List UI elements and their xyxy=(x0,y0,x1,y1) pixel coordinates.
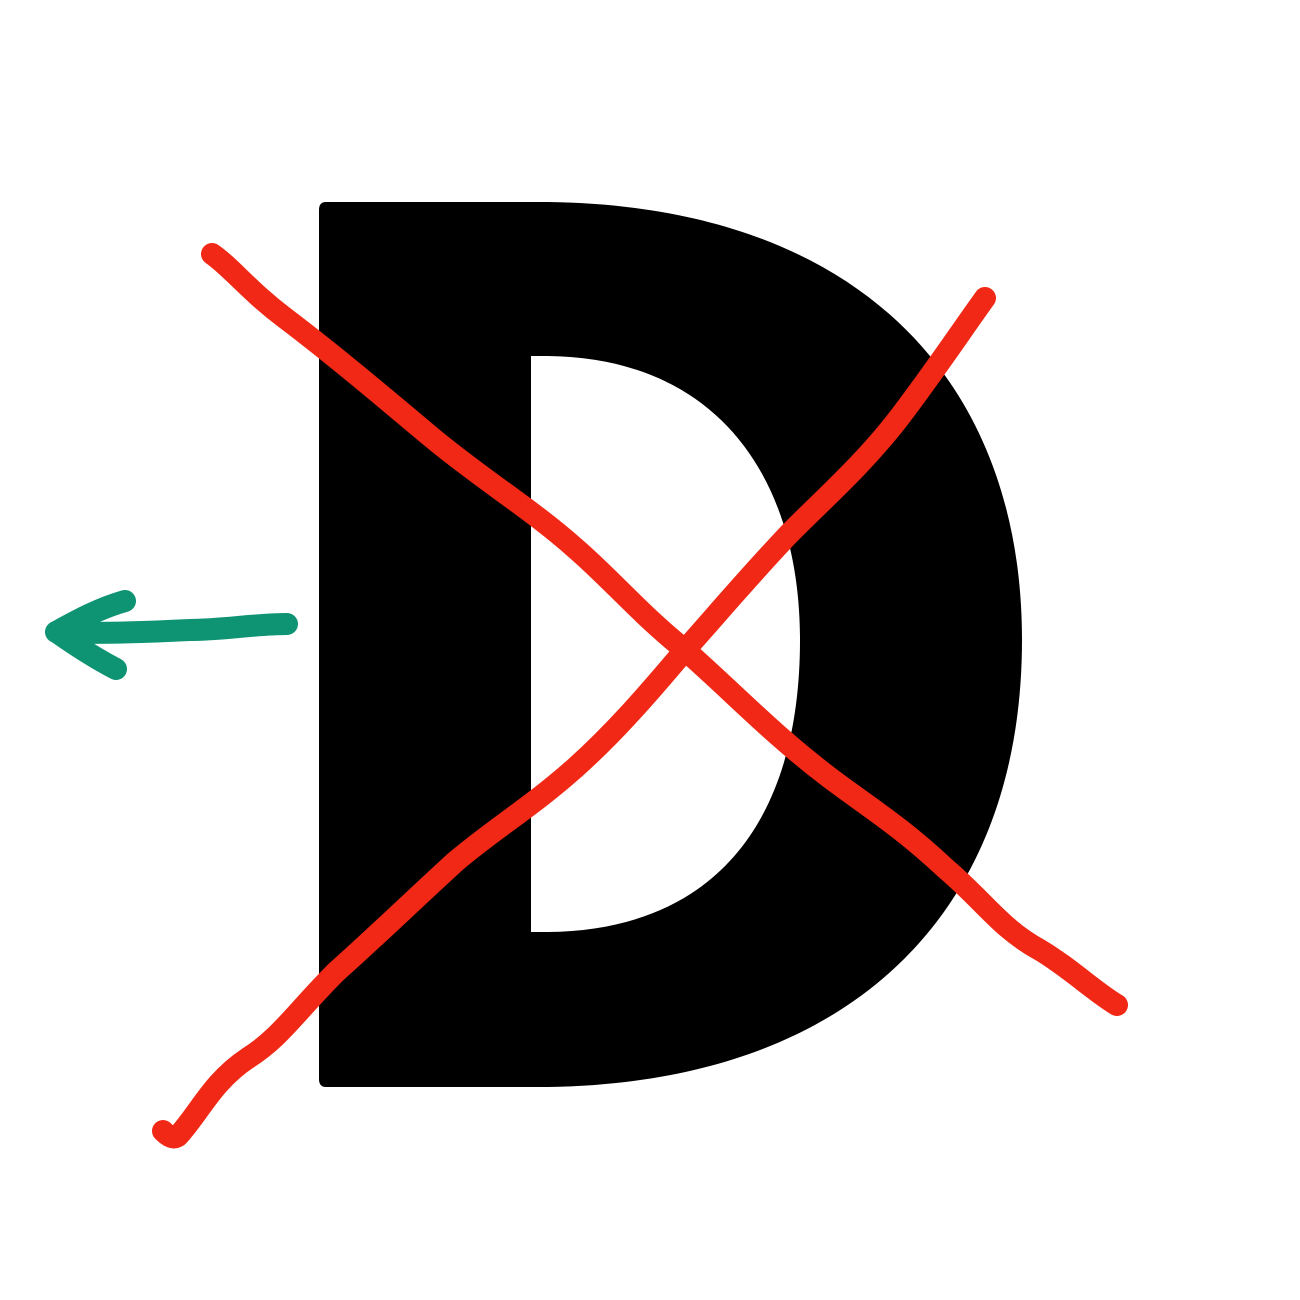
drawing-canvas xyxy=(0,0,1300,1300)
drawing xyxy=(45,202,1128,1149)
left-arrow-icon xyxy=(45,590,298,680)
